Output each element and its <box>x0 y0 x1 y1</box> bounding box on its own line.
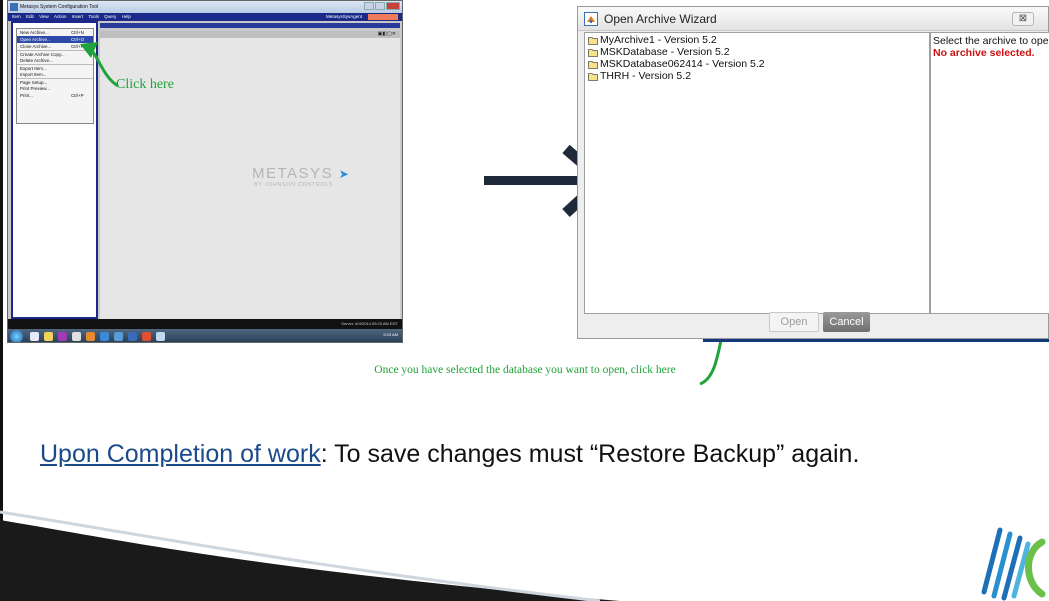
click-here-arrow <box>80 42 119 88</box>
archive-list[interactable]: MyArchive1 - Version 5.2 MSKDatabase - V… <box>584 32 930 314</box>
wizard-bottom-accent <box>703 339 1049 342</box>
archive-list-item[interactable]: MyArchive1 - Version 5.2 <box>585 35 929 46</box>
archive-folder-icon <box>588 49 598 57</box>
archive-folder-icon <box>588 73 598 81</box>
completion-text: : To save changes must “Restore Backup” … <box>320 440 860 468</box>
cancel-button[interactable]: Cancel <box>823 312 870 332</box>
open-archive-wizard: Open Archive Wizard ⊠ MyArchive1 - Versi… <box>577 6 1049 339</box>
wizard-title: Open Archive Wizard <box>604 12 717 26</box>
click-here-label: Click here <box>116 77 174 92</box>
open-button[interactable]: Open <box>769 312 819 332</box>
open-button-note: Once you have selected the database you … <box>374 364 676 376</box>
wizard-titlebar: Open Archive Wizard ⊠ <box>578 7 1048 31</box>
corner-logo-icon <box>981 527 1046 601</box>
archive-folder-icon <box>588 61 598 69</box>
completion-instruction: Upon Completion of work: To save changes… <box>40 440 859 469</box>
archive-list-item[interactable]: THRH - Version 5.2 <box>585 71 929 82</box>
completion-heading: Upon Completion of work <box>40 440 321 468</box>
wizard-hint: Select the archive to open. <box>933 35 1049 47</box>
wizard-close-button[interactable]: ⊠ <box>1012 12 1034 26</box>
archive-list-item[interactable]: MSKDatabase062414 - Version 5.2 <box>585 59 929 70</box>
wizard-warning: No archive selected. <box>933 47 1035 59</box>
archive-folder-icon <box>588 37 598 45</box>
archive-list-item[interactable]: MSKDatabase - Version 5.2 <box>585 47 929 58</box>
decorative-swoosh <box>0 510 620 601</box>
wizard-window-icon <box>584 12 598 26</box>
wizard-info-panel: Select the archive to open. No archive s… <box>930 32 1049 314</box>
